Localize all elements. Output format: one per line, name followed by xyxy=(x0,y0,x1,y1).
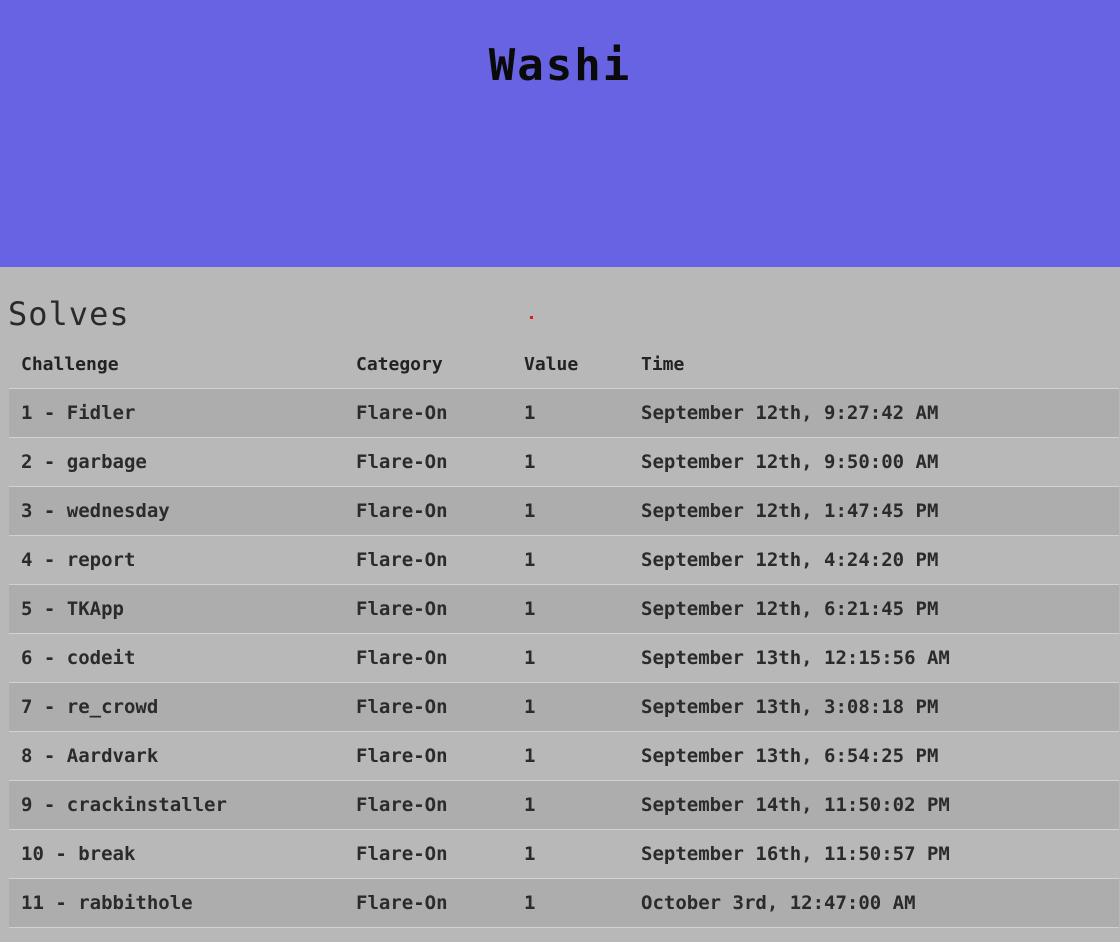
challenge-link[interactable]: 3 - wednesday xyxy=(9,486,344,536)
table-header-row: Challenge Category Value Time xyxy=(9,340,1119,389)
category-cell: Flare-On xyxy=(344,437,512,487)
value-cell: 1 xyxy=(512,535,629,585)
value-cell: 1 xyxy=(512,731,629,781)
challenge-link[interactable]: 9 - crackinstaller xyxy=(9,780,344,830)
time-cell: September 12th, 4:24:20 PM xyxy=(629,535,1119,585)
challenge-link[interactable]: 6 - codeit xyxy=(9,633,344,683)
user-banner: Washi xyxy=(0,0,1120,267)
challenge-link[interactable]: 11 - rabbithole xyxy=(9,878,344,928)
value-cell: 1 xyxy=(512,388,629,438)
category-cell: Flare-On xyxy=(344,731,512,781)
column-header-value: Value xyxy=(512,340,629,389)
time-cell: October 3rd, 12:47:00 AM xyxy=(629,878,1119,928)
category-cell: Flare-On xyxy=(344,878,512,928)
user-name-title: Washi xyxy=(488,40,632,91)
column-header-challenge: Challenge xyxy=(9,340,344,389)
red-dot-marker xyxy=(530,316,533,319)
category-cell: Flare-On xyxy=(344,388,512,438)
time-cell: September 16th, 11:50:57 PM xyxy=(629,829,1119,879)
solves-table: Challenge Category Value Time 1 - Fidler… xyxy=(9,340,1119,928)
challenge-link[interactable]: 2 - garbage xyxy=(9,437,344,487)
challenge-link[interactable]: 10 - break xyxy=(9,829,344,879)
time-cell: September 14th, 11:50:02 PM xyxy=(629,780,1119,830)
table-row: 9 - crackinstaller Flare-On 1 September … xyxy=(9,780,1119,830)
value-cell: 1 xyxy=(512,878,629,928)
category-cell: Flare-On xyxy=(344,682,512,732)
challenge-link[interactable]: 1 - Fidler xyxy=(9,388,344,438)
category-cell: Flare-On xyxy=(344,829,512,879)
time-cell: September 12th, 9:50:00 AM xyxy=(629,437,1119,487)
table-row: 1 - Fidler Flare-On 1 September 12th, 9:… xyxy=(9,388,1119,438)
solves-section: Solves Challenge Category Value Time 1 -… xyxy=(0,267,1120,942)
table-row: 5 - TKApp Flare-On 1 September 12th, 6:2… xyxy=(9,584,1119,634)
table-row: 8 - Aardvark Flare-On 1 September 13th, … xyxy=(9,731,1119,781)
solves-heading: Solves xyxy=(8,295,130,333)
table-row: 6 - codeit Flare-On 1 September 13th, 12… xyxy=(9,633,1119,683)
category-cell: Flare-On xyxy=(344,780,512,830)
table-row: 2 - garbage Flare-On 1 September 12th, 9… xyxy=(9,437,1119,487)
time-cell: September 13th, 12:15:56 AM xyxy=(629,633,1119,683)
time-cell: September 12th, 1:47:45 PM xyxy=(629,486,1119,536)
column-header-time: Time xyxy=(629,340,1119,389)
value-cell: 1 xyxy=(512,437,629,487)
time-cell: September 12th, 6:21:45 PM xyxy=(629,584,1119,634)
challenge-link[interactable]: 8 - Aardvark xyxy=(9,731,344,781)
category-cell: Flare-On xyxy=(344,633,512,683)
value-cell: 1 xyxy=(512,682,629,732)
time-cell: September 12th, 9:27:42 AM xyxy=(629,388,1119,438)
challenge-link[interactable]: 7 - re_crowd xyxy=(9,682,344,732)
value-cell: 1 xyxy=(512,486,629,536)
table-row: 10 - break Flare-On 1 September 16th, 11… xyxy=(9,829,1119,879)
value-cell: 1 xyxy=(512,780,629,830)
category-cell: Flare-On xyxy=(344,535,512,585)
time-cell: September 13th, 6:54:25 PM xyxy=(629,731,1119,781)
table-row: 4 - report Flare-On 1 September 12th, 4:… xyxy=(9,535,1119,585)
table-row: 7 - re_crowd Flare-On 1 September 13th, … xyxy=(9,682,1119,732)
time-cell: September 13th, 3:08:18 PM xyxy=(629,682,1119,732)
solves-table-body: 1 - Fidler Flare-On 1 September 12th, 9:… xyxy=(9,388,1119,928)
value-cell: 1 xyxy=(512,633,629,683)
table-row: 3 - wednesday Flare-On 1 September 12th,… xyxy=(9,486,1119,536)
challenge-link[interactable]: 4 - report xyxy=(9,535,344,585)
column-header-category: Category xyxy=(344,340,512,389)
value-cell: 1 xyxy=(512,829,629,879)
challenge-link[interactable]: 5 - TKApp xyxy=(9,584,344,634)
category-cell: Flare-On xyxy=(344,584,512,634)
category-cell: Flare-On xyxy=(344,486,512,536)
value-cell: 1 xyxy=(512,584,629,634)
table-row: 11 - rabbithole Flare-On 1 October 3rd, … xyxy=(9,878,1119,928)
